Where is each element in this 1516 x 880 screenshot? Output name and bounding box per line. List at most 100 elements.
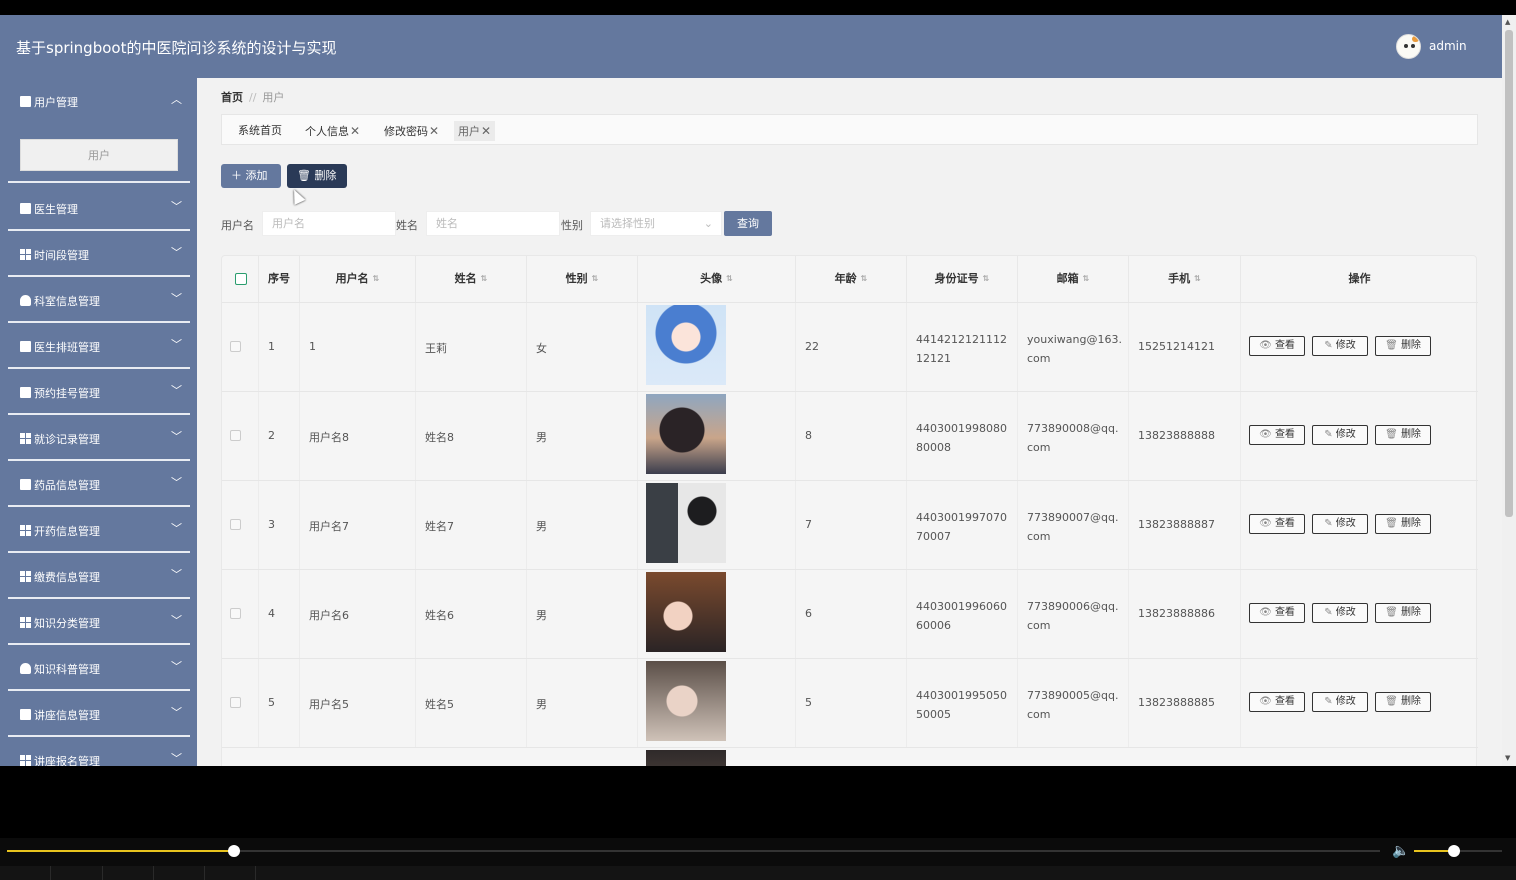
playback-progress[interactable] <box>7 845 1380 857</box>
view-button[interactable]: 👁 查看 <box>1249 514 1305 534</box>
sidebar-item-doctor-schedule[interactable]: 医生排班管理 ﹀ <box>8 323 190 369</box>
table-row[interactable]: 3 用户名7 姓名7 男 7 440300199707070007 773890007@qq… <box>222 480 1478 570</box>
row-checkbox[interactable] <box>230 519 241 530</box>
edit-label: 修改 <box>1335 340 1356 351</box>
volume-slider[interactable] <box>1414 845 1502 857</box>
header-age[interactable]: 年龄 ⇅ <box>796 256 907 302</box>
delete-button[interactable]: 🗑 删除 <box>1375 514 1431 534</box>
tab-change-password[interactable]: 修改密码✕ <box>380 121 443 141</box>
row-checkbox[interactable] <box>230 697 241 708</box>
avatar-image[interactable] <box>646 661 726 741</box>
tab-user[interactable]: 用户✕ <box>454 121 496 141</box>
sidebar-subitem-user[interactable]: 用户 <box>20 139 178 171</box>
delete-button[interactable]: 🗑 删除 <box>1375 425 1431 445</box>
scroll-down-icon[interactable]: ▼ <box>1505 754 1510 762</box>
scroll-up-icon[interactable]: ▲ <box>1505 18 1510 26</box>
header-email[interactable]: 邮箱 ⇅ <box>1018 256 1129 302</box>
scroll-thumb[interactable] <box>1505 30 1513 517</box>
sort-icon[interactable]: ⇅ <box>1194 275 1201 283</box>
table-row[interactable]: 1 1 王莉 女 22 441421212111212121 youxiwang@163.c… <box>222 302 1478 392</box>
sort-icon[interactable]: ⇅ <box>481 275 488 283</box>
scrollbar[interactable]: ▲ ▼ <box>1502 15 1516 766</box>
sidebar-item-visit-record[interactable]: 就诊记录管理 ﹀ <box>8 415 190 461</box>
delete-label: 删除 <box>1400 696 1421 707</box>
header-username[interactable]: 用户名 ⇅ <box>300 256 416 302</box>
sort-icon[interactable]: ⇅ <box>592 275 599 283</box>
add-button[interactable]: ＋ 添加 <box>221 164 281 188</box>
sort-icon[interactable]: ⇅ <box>861 275 868 283</box>
header-phone[interactable]: 手机 ⇅ <box>1129 256 1241 302</box>
header-name[interactable]: 姓名 ⇅ <box>416 256 527 302</box>
edit-button[interactable]: ✎ 修改 <box>1312 336 1368 356</box>
delete-button[interactable]: 🗑 删除 <box>1375 692 1431 712</box>
tab-home[interactable]: 系统首页 <box>234 121 286 141</box>
table-row[interactable]: 2 用户名8 姓名8 男 8 440300199808080008 773890008@qq… <box>222 391 1478 481</box>
table-row[interactable] <box>222 747 1478 766</box>
close-icon[interactable]: ✕ <box>429 124 439 138</box>
avatar-image[interactable] <box>646 305 726 385</box>
checkbox-cell <box>222 570 259 659</box>
sidebar-item-knowledge[interactable]: 知识科普管理 ﹀ <box>8 645 190 691</box>
sidebar-item-prescription[interactable]: 开药信息管理 ﹀ <box>8 507 190 553</box>
delete-button[interactable]: 🗑 删除 <box>287 164 347 188</box>
avatar-image[interactable] <box>646 483 726 563</box>
media-player-bar: 🔈 <box>0 838 1516 880</box>
sort-icon[interactable]: ⇅ <box>983 275 990 283</box>
edit-button[interactable]: ✎ 修改 <box>1312 603 1368 623</box>
header-id-number[interactable]: 身份证号 ⇅ <box>907 256 1018 302</box>
edit-button[interactable]: ✎ 修改 <box>1312 692 1368 712</box>
select-all-checkbox[interactable] <box>235 273 247 285</box>
volume-knob[interactable] <box>1447 845 1460 857</box>
divider <box>102 866 103 880</box>
sidebar-item-lecture[interactable]: 讲座信息管理 ﹀ <box>8 691 190 737</box>
view-button[interactable]: 👁 查看 <box>1249 425 1305 445</box>
sort-icon[interactable]: ⇅ <box>373 275 380 283</box>
table-row[interactable]: 5 用户名5 姓名5 男 5 440300199505050005 773890005@qq… <box>222 658 1478 748</box>
cell-id: 441421212111212121 <box>907 303 1018 392</box>
checkbox-cell <box>222 481 259 570</box>
sidebar-item-lecture-signup[interactable]: 讲座报名管理 ﹀ <box>8 737 190 766</box>
row-checkbox[interactable] <box>230 430 241 441</box>
breadcrumb-home[interactable]: 首页 <box>221 91 243 104</box>
view-button[interactable]: 👁 查看 <box>1249 336 1305 356</box>
header-gender[interactable]: 性别 ⇅ <box>527 256 638 302</box>
gender-select[interactable]: 请选择性别 ⌄ <box>590 211 722 236</box>
close-icon[interactable]: ✕ <box>481 124 491 138</box>
name-input[interactable]: 姓名 <box>426 211 560 236</box>
search-button[interactable]: 查询 <box>724 211 772 236</box>
sidebar-item-appointment[interactable]: 预约挂号管理 ﹀ <box>8 369 190 415</box>
edit-button[interactable]: ✎ 修改 <box>1312 425 1368 445</box>
cell-name: 姓名7 <box>416 481 527 570</box>
tab-profile[interactable]: 个人信息✕ <box>301 121 364 141</box>
sidebar-item-medicine[interactable]: 药品信息管理 ﹀ <box>8 461 190 507</box>
user-name[interactable]: admin <box>1429 39 1467 53</box>
sidebar-item-doctor[interactable]: 医生管理 ﹀ <box>8 185 190 231</box>
close-icon[interactable]: ✕ <box>350 124 360 138</box>
volume-icon[interactable]: 🔈 <box>1392 843 1409 859</box>
sidebar-item-time-slot[interactable]: 时间段管理 ﹀ <box>8 231 190 277</box>
avatar[interactable] <box>1396 34 1421 59</box>
cell-text: 2 <box>268 429 275 442</box>
delete-button[interactable]: 🗑 删除 <box>1375 603 1431 623</box>
delete-button[interactable]: 🗑 删除 <box>1375 336 1431 356</box>
view-button[interactable]: 👁 查看 <box>1249 692 1305 712</box>
row-checkbox[interactable] <box>230 341 241 352</box>
avatar-image[interactable] <box>646 572 726 652</box>
row-checkbox[interactable] <box>230 608 241 619</box>
view-button[interactable]: 👁 查看 <box>1249 603 1305 623</box>
sidebar-item-knowledge-category[interactable]: 知识分类管理 ﹀ <box>8 599 190 645</box>
username-input[interactable]: 用户名 <box>262 211 396 236</box>
sort-icon[interactable]: ⇅ <box>1083 275 1090 283</box>
avatar-image[interactable] <box>646 394 726 474</box>
progress-knob[interactable] <box>227 845 240 857</box>
sidebar-item-payment[interactable]: 缴费信息管理 ﹀ <box>8 553 190 599</box>
sort-icon[interactable]: ⇅ <box>726 275 733 283</box>
cell-gender: 男 <box>527 392 638 481</box>
cell-username: 用户名7 <box>300 481 416 570</box>
table-row[interactable]: 4 用户名6 姓名6 男 6 440300199606060006 773890006@qq… <box>222 569 1478 659</box>
header-avatar[interactable]: 头像 ⇅ <box>638 256 796 302</box>
avatar-image[interactable] <box>646 750 726 766</box>
cell-name: 姓名6 <box>416 570 527 659</box>
edit-button[interactable]: ✎ 修改 <box>1312 514 1368 534</box>
sidebar-item-department[interactable]: 科室信息管理 ﹀ <box>8 277 190 323</box>
